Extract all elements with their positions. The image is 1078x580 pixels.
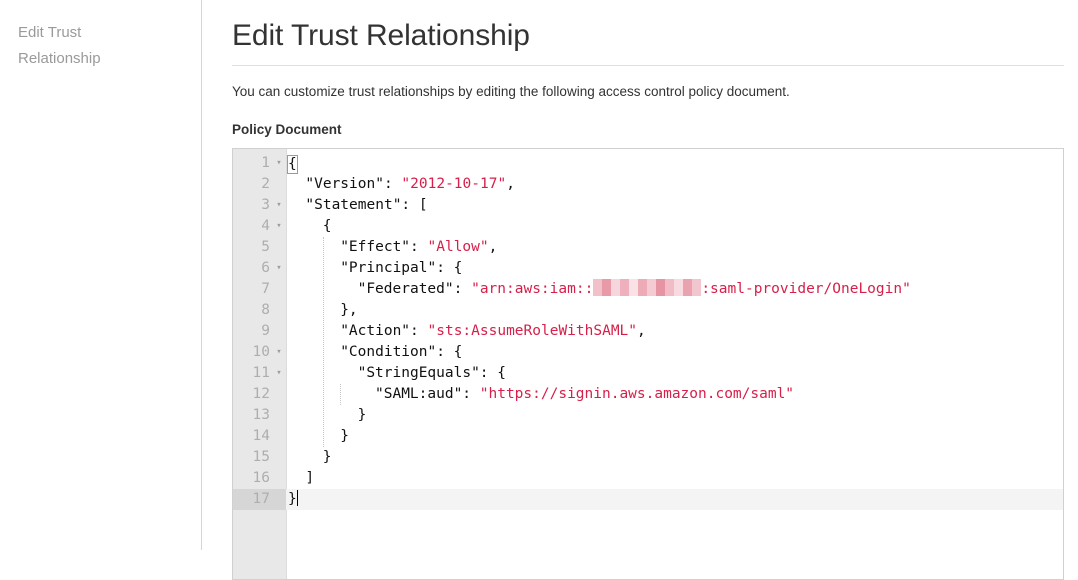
- line-number: 16: [252, 470, 270, 486]
- policy-document-label: Policy Document: [232, 122, 342, 137]
- editor-line[interactable]: 9 "Action": "sts:AssumeRoleWithSAML",: [233, 321, 1063, 342]
- line-number: 14: [252, 428, 270, 444]
- editor-line[interactable]: 7 "Federated": "arn:aws:iam:::saml-provid…: [233, 279, 1063, 300]
- code-text: "SAML:aud": "https://signin.aws.amazon.c…: [375, 384, 794, 405]
- fold-arrow-icon[interactable]: ▾: [273, 342, 285, 363]
- editor-line[interactable]: 17}: [233, 489, 1063, 510]
- code-token: "Federated":: [357, 281, 472, 297]
- code-token: ,: [506, 176, 515, 192]
- code-token: "Action":: [340, 323, 428, 339]
- line-number: 15: [252, 449, 270, 465]
- editor-line[interactable]: 11 ▾ "StringEquals": {: [233, 363, 1063, 384]
- line-number: 8: [261, 302, 270, 318]
- editor-line[interactable]: 13}: [233, 405, 1063, 426]
- text-cursor: [296, 490, 298, 506]
- string-token: :saml-provider/OneLogin": [701, 281, 911, 297]
- string-token: "sts:AssumeRoleWithSAML": [427, 323, 638, 339]
- active-line-highlight: [233, 489, 1063, 510]
- editor-line[interactable]: 5 "Effect": "Allow",: [233, 237, 1063, 258]
- editor-line[interactable]: 2 "Version": "2012-10-17",: [233, 174, 1063, 195]
- code-token: {: [322, 218, 332, 234]
- editor-line[interactable]: 1 ▾{: [233, 153, 1063, 174]
- page-root: Edit Trust Relationship Edit Trust Relat…: [0, 0, 1078, 580]
- line-number: 13: [252, 407, 270, 423]
- code-text: },: [340, 300, 357, 321]
- code-text: "Federated": "arn:aws:iam:::saml-provide…: [358, 279, 911, 300]
- page-description: You can customize trust relationships by…: [232, 84, 790, 99]
- code-text: "Condition": {: [340, 342, 462, 363]
- line-number: 9: [261, 323, 270, 339]
- code-text: "Effect": "Allow",: [340, 237, 497, 258]
- code-text: "Action": "sts:AssumeRoleWithSAML",: [340, 321, 646, 342]
- code-token: }: [340, 428, 349, 444]
- code-token: "Statement": [: [305, 197, 428, 213]
- code-token: "Effect":: [340, 239, 428, 255]
- sidebar-item-edit-trust-relationship[interactable]: Edit Trust Relationship: [18, 20, 148, 72]
- main-content: Edit Trust Relationship You can customiz…: [202, 0, 1078, 580]
- line-number: 12: [252, 386, 270, 402]
- code-token: },: [340, 302, 358, 318]
- code-text: "Version": "2012-10-17",: [305, 174, 515, 195]
- code-text: {: [323, 216, 332, 237]
- string-token: "https://signin.aws.amazon.com/saml": [479, 386, 795, 402]
- code-token: ,: [637, 323, 646, 339]
- code-text: "Statement": [: [305, 195, 427, 216]
- code-text: }: [358, 405, 367, 426]
- title-divider: [232, 65, 1064, 66]
- code-text: }: [340, 426, 349, 447]
- fold-arrow-icon[interactable]: ▾: [273, 258, 285, 279]
- string-token: "Allow": [427, 239, 489, 255]
- string-token: "arn:aws:iam::: [471, 281, 594, 297]
- code-token: }: [288, 491, 297, 507]
- sidebar: Edit Trust Relationship: [0, 0, 202, 550]
- code-token: ,: [488, 239, 498, 255]
- code-token: "SAML:aud":: [375, 386, 480, 402]
- code-token: }: [357, 407, 367, 423]
- code-text: }: [323, 447, 332, 468]
- line-number: 17: [233, 489, 286, 510]
- editor-line[interactable]: 8},: [233, 300, 1063, 321]
- editor-line[interactable]: 10 ▾ "Condition": {: [233, 342, 1063, 363]
- fold-arrow-icon[interactable]: ▾: [273, 216, 285, 237]
- editor-line[interactable]: 3 ▾ "Statement": [: [233, 195, 1063, 216]
- editor-line[interactable]: 14}: [233, 426, 1063, 447]
- line-number: 5: [261, 239, 270, 255]
- code-token: "Version":: [305, 176, 402, 192]
- code-text: "StringEquals": {: [358, 363, 506, 384]
- code-token: ]: [305, 470, 315, 486]
- code-text: "Principal": {: [340, 258, 462, 279]
- editor-line[interactable]: 6 ▾ "Principal": {: [233, 258, 1063, 279]
- editor-line[interactable]: 4 ▾{: [233, 216, 1063, 237]
- matching-bracket: {: [287, 155, 298, 174]
- code-token: "Principal": {: [340, 260, 463, 276]
- redacted-account-id: [593, 279, 702, 296]
- line-number: 2: [261, 176, 270, 192]
- editor-line[interactable]: 16]: [233, 468, 1063, 489]
- line-number: 7: [261, 281, 270, 297]
- code-token: }: [322, 449, 332, 465]
- policy-document-editor[interactable]: 1 ▾{2 "Version": "2012-10-17", 3 ▾ "Statement…: [232, 148, 1064, 580]
- code-text: ]: [305, 468, 314, 489]
- string-token: "2012-10-17": [401, 176, 507, 192]
- fold-arrow-icon[interactable]: ▾: [273, 195, 285, 216]
- fold-arrow-icon[interactable]: ▾: [273, 153, 285, 174]
- code-text: }: [288, 489, 298, 510]
- editor-code-area[interactable]: 1 ▾{2 "Version": "2012-10-17", 3 ▾ "Statement…: [233, 149, 1063, 579]
- fold-arrow-icon[interactable]: ▾: [273, 363, 285, 384]
- editor-line[interactable]: 12 "SAML:aud": "https://signin.aws.amazon…: [233, 384, 1063, 405]
- code-token: "Condition": {: [340, 344, 463, 360]
- editor-line[interactable]: 15}: [233, 447, 1063, 468]
- code-token: "StringEquals": {: [357, 365, 506, 381]
- code-text: {: [287, 153, 298, 174]
- page-title: Edit Trust Relationship: [232, 19, 530, 52]
